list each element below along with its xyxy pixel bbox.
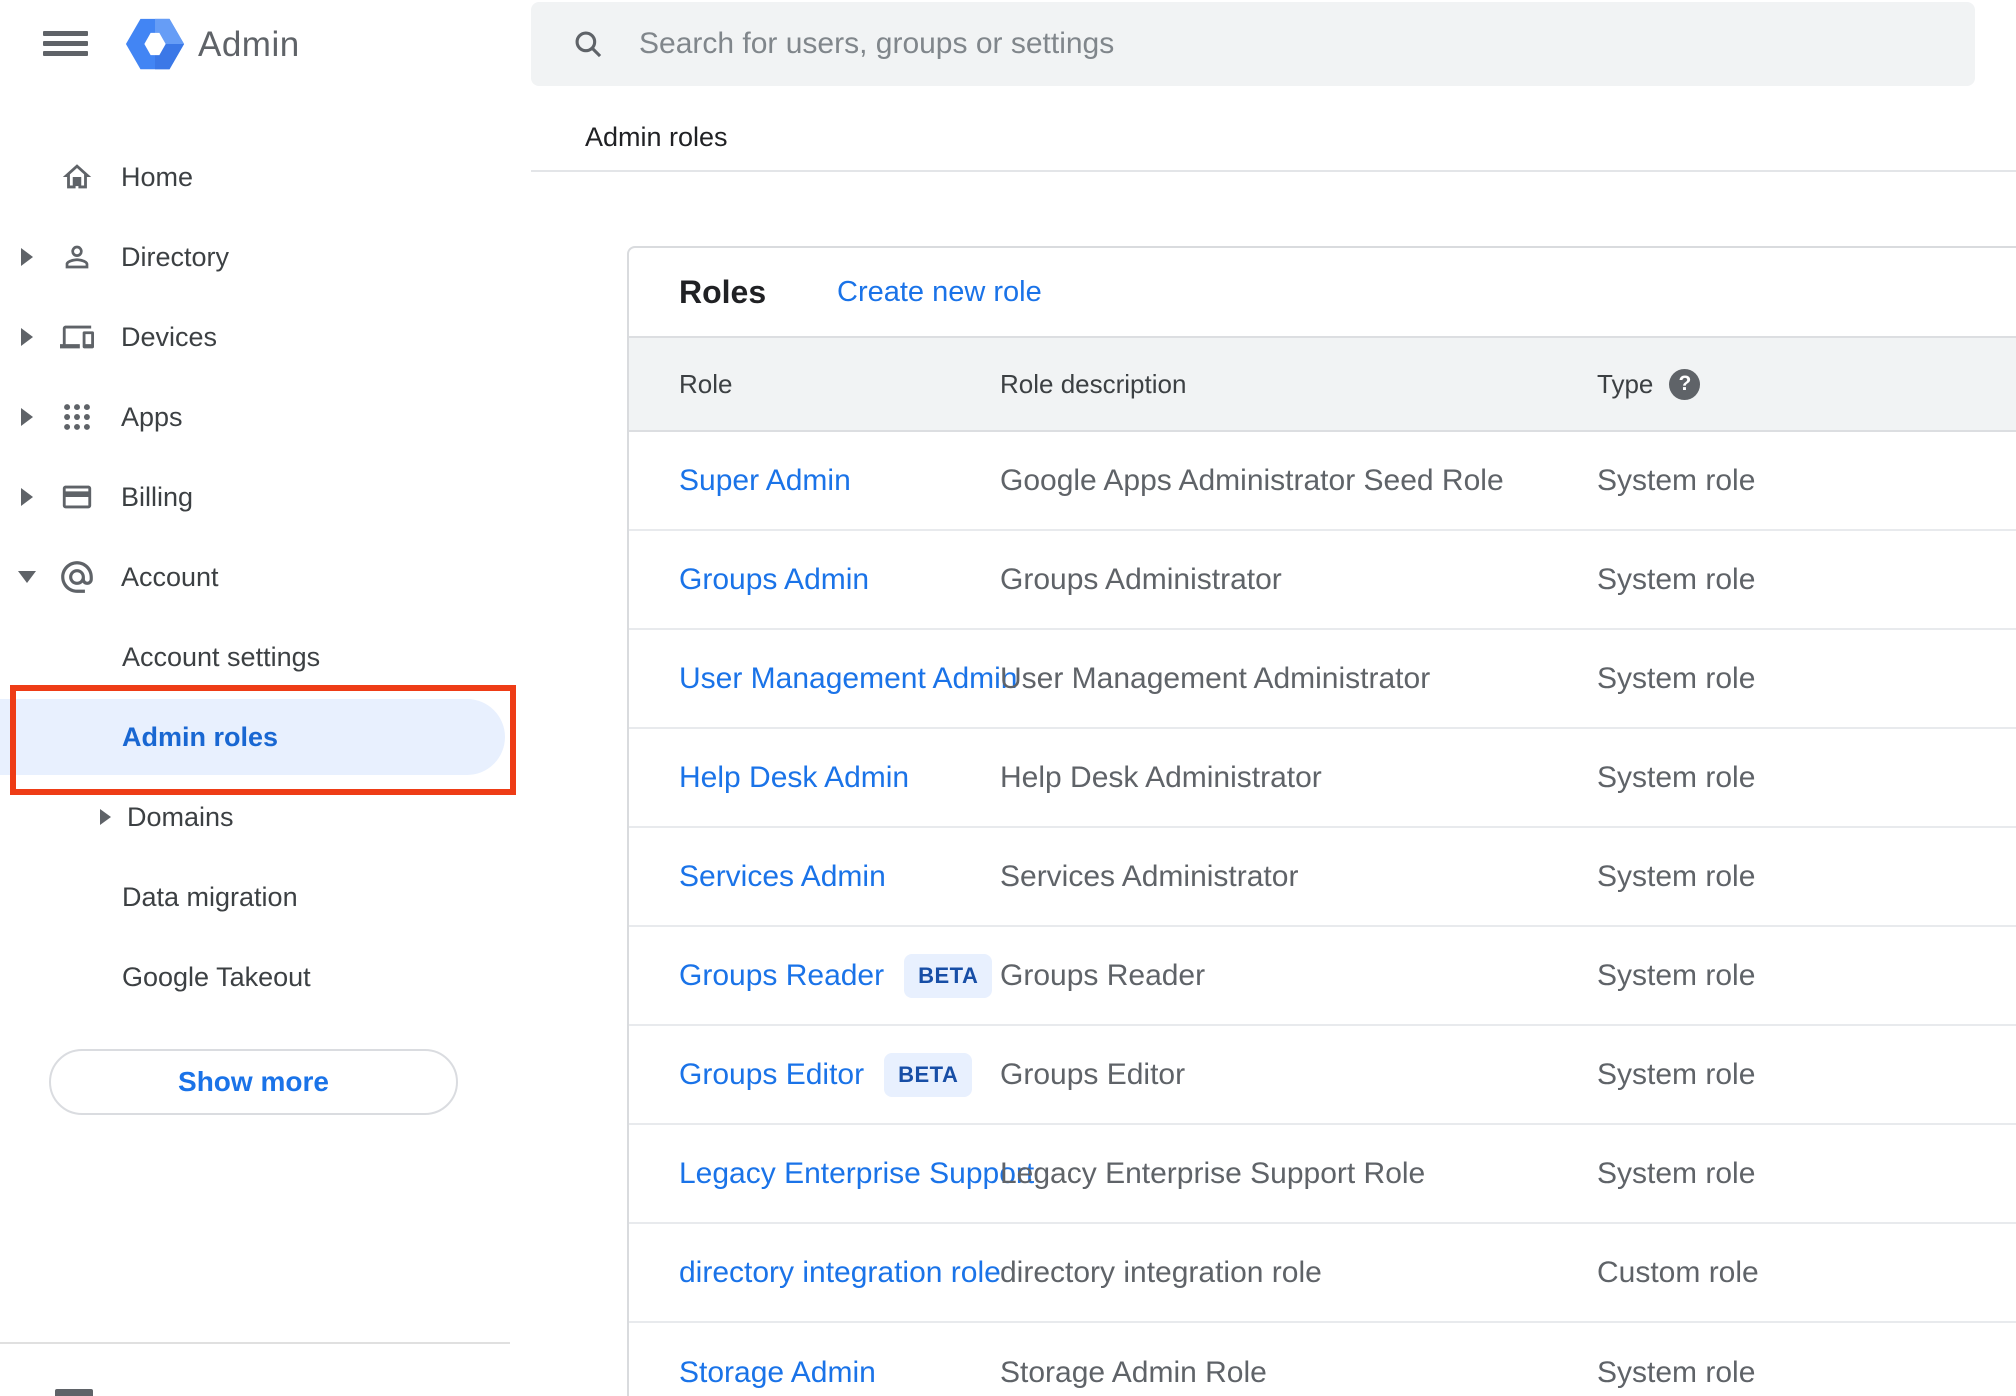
- sidebar-nav: Home Directory Devices Apps Billing Acco…: [0, 137, 531, 1017]
- table-row: Storage Admin Storage Admin Role System …: [629, 1323, 2016, 1396]
- breadcrumb-divider: [531, 170, 2016, 172]
- table-row: Help Desk Admin Help Desk Administrator …: [629, 729, 2016, 828]
- search-input[interactable]: Search for users, groups or settings: [531, 2, 1975, 86]
- role-description: User Management Administrator: [1000, 661, 1431, 695]
- roles-title: Roles: [679, 273, 767, 310]
- role-type: System role: [1597, 1355, 1756, 1389]
- table-row: Services Admin Services Administrator Sy…: [629, 828, 2016, 927]
- breadcrumb: Admin roles: [585, 122, 728, 152]
- role-description: Legacy Enterprise Support Role: [1000, 1156, 1426, 1190]
- show-more-button[interactable]: Show more: [49, 1049, 458, 1115]
- devices-icon: [60, 325, 94, 349]
- sidebar-bottom-divider: [0, 1342, 510, 1344]
- table-row: User Management Admin User Management Ad…: [629, 630, 2016, 729]
- table-header-row: Role Role description Type ?: [629, 336, 2016, 432]
- sidebar-item-domains[interactable]: Domains: [0, 777, 531, 857]
- table-row: directory integration role directory int…: [629, 1224, 2016, 1323]
- role-description: Help Desk Administrator: [1000, 760, 1322, 794]
- role-description: Google Apps Administrator Seed Role: [1000, 463, 1504, 497]
- roles-card: Roles Create new role Role Role descript…: [627, 246, 2016, 1396]
- role-type: System role: [1597, 463, 1756, 497]
- role-type: System role: [1597, 1156, 1756, 1190]
- column-header-role: Role: [679, 368, 733, 399]
- role-description: Services Administrator: [1000, 859, 1299, 893]
- admin-logo-icon: [125, 18, 185, 70]
- credit-card-icon: [62, 485, 92, 509]
- sidebar-item-home[interactable]: Home: [0, 137, 531, 217]
- role-description: directory integration role: [1000, 1255, 1322, 1289]
- sidebar-item-data-migration[interactable]: Data migration: [0, 857, 531, 937]
- role-type: System role: [1597, 562, 1756, 596]
- beta-badge: BETA: [884, 1052, 973, 1097]
- chevron-right-icon: [21, 408, 33, 426]
- home-icon: [62, 164, 92, 189]
- sidebar-item-devices[interactable]: Devices: [0, 297, 531, 377]
- help-icon[interactable]: ?: [1669, 368, 1701, 400]
- role-link[interactable]: Storage Admin: [679, 1356, 876, 1390]
- role-link[interactable]: User Management Admin: [679, 662, 1018, 696]
- role-link[interactable]: Groups Admin: [679, 563, 869, 597]
- role-type: System role: [1597, 859, 1756, 893]
- chevron-right-icon: [21, 248, 33, 266]
- admin-console-screen: Admin Search for users, groups or settin…: [0, 0, 2016, 1396]
- column-header-description: Role description: [1000, 368, 1187, 399]
- search-icon: [575, 31, 602, 58]
- sidebar-item-account-settings[interactable]: Account settings: [0, 617, 531, 697]
- sidebar-item-account[interactable]: Account: [0, 537, 531, 617]
- sidebar-item-billing[interactable]: Billing: [0, 457, 531, 537]
- role-type: System role: [1597, 1057, 1756, 1091]
- table-row: Super Admin Google Apps Administrator Se…: [629, 432, 2016, 531]
- role-link[interactable]: directory integration role: [679, 1256, 1001, 1290]
- role-type: System role: [1597, 661, 1756, 695]
- sidebar-item-directory[interactable]: Directory: [0, 217, 531, 297]
- chevron-right-icon: [21, 488, 33, 506]
- person-icon: [65, 245, 89, 269]
- menu-hamburger-icon[interactable]: [43, 31, 88, 56]
- beta-badge: BETA: [904, 953, 993, 998]
- chevron-down-icon: [18, 571, 36, 583]
- role-description: Groups Reader: [1000, 958, 1206, 992]
- role-link[interactable]: Services Admin: [679, 860, 886, 894]
- chevron-right-icon: [99, 809, 111, 825]
- column-header-type: Type ?: [1597, 368, 2016, 400]
- role-type: System role: [1597, 958, 1756, 992]
- create-new-role-link[interactable]: Create new role: [837, 276, 1042, 309]
- role-link[interactable]: Legacy Enterprise Support: [679, 1157, 1034, 1191]
- role-type: System role: [1597, 760, 1756, 794]
- sidebar-item-apps[interactable]: Apps: [0, 377, 531, 457]
- app-title: Admin: [198, 25, 300, 64]
- role-link[interactable]: Help Desk Admin: [679, 761, 909, 795]
- chevron-right-icon: [21, 328, 33, 346]
- table-row: Groups Reader BETA Groups Reader System …: [629, 927, 2016, 1026]
- role-description: Groups Editor: [1000, 1057, 1186, 1091]
- role-link[interactable]: Groups Editor: [679, 1058, 864, 1092]
- table-row: Legacy Enterprise Support Legacy Enterpr…: [629, 1125, 2016, 1224]
- sidebar-item-google-takeout[interactable]: Google Takeout: [0, 937, 531, 1017]
- clipped-sidebar-icon: [55, 1389, 93, 1396]
- table-row: Groups Admin Groups Administrator System…: [629, 531, 2016, 630]
- role-link[interactable]: Groups Reader: [679, 959, 884, 993]
- role-description: Groups Administrator: [1000, 562, 1282, 596]
- role-type: Custom role: [1597, 1255, 1759, 1289]
- at-sign-icon: [61, 561, 93, 593]
- role-link[interactable]: Super Admin: [679, 464, 851, 498]
- search-placeholder: Search for users, groups or settings: [639, 27, 1115, 60]
- sidebar-item-admin-roles[interactable]: Admin roles: [0, 697, 531, 777]
- table-row: Groups Editor BETA Groups Editor System …: [629, 1026, 2016, 1125]
- role-description: Storage Admin Role: [1000, 1355, 1267, 1389]
- apps-grid-icon: [64, 404, 90, 430]
